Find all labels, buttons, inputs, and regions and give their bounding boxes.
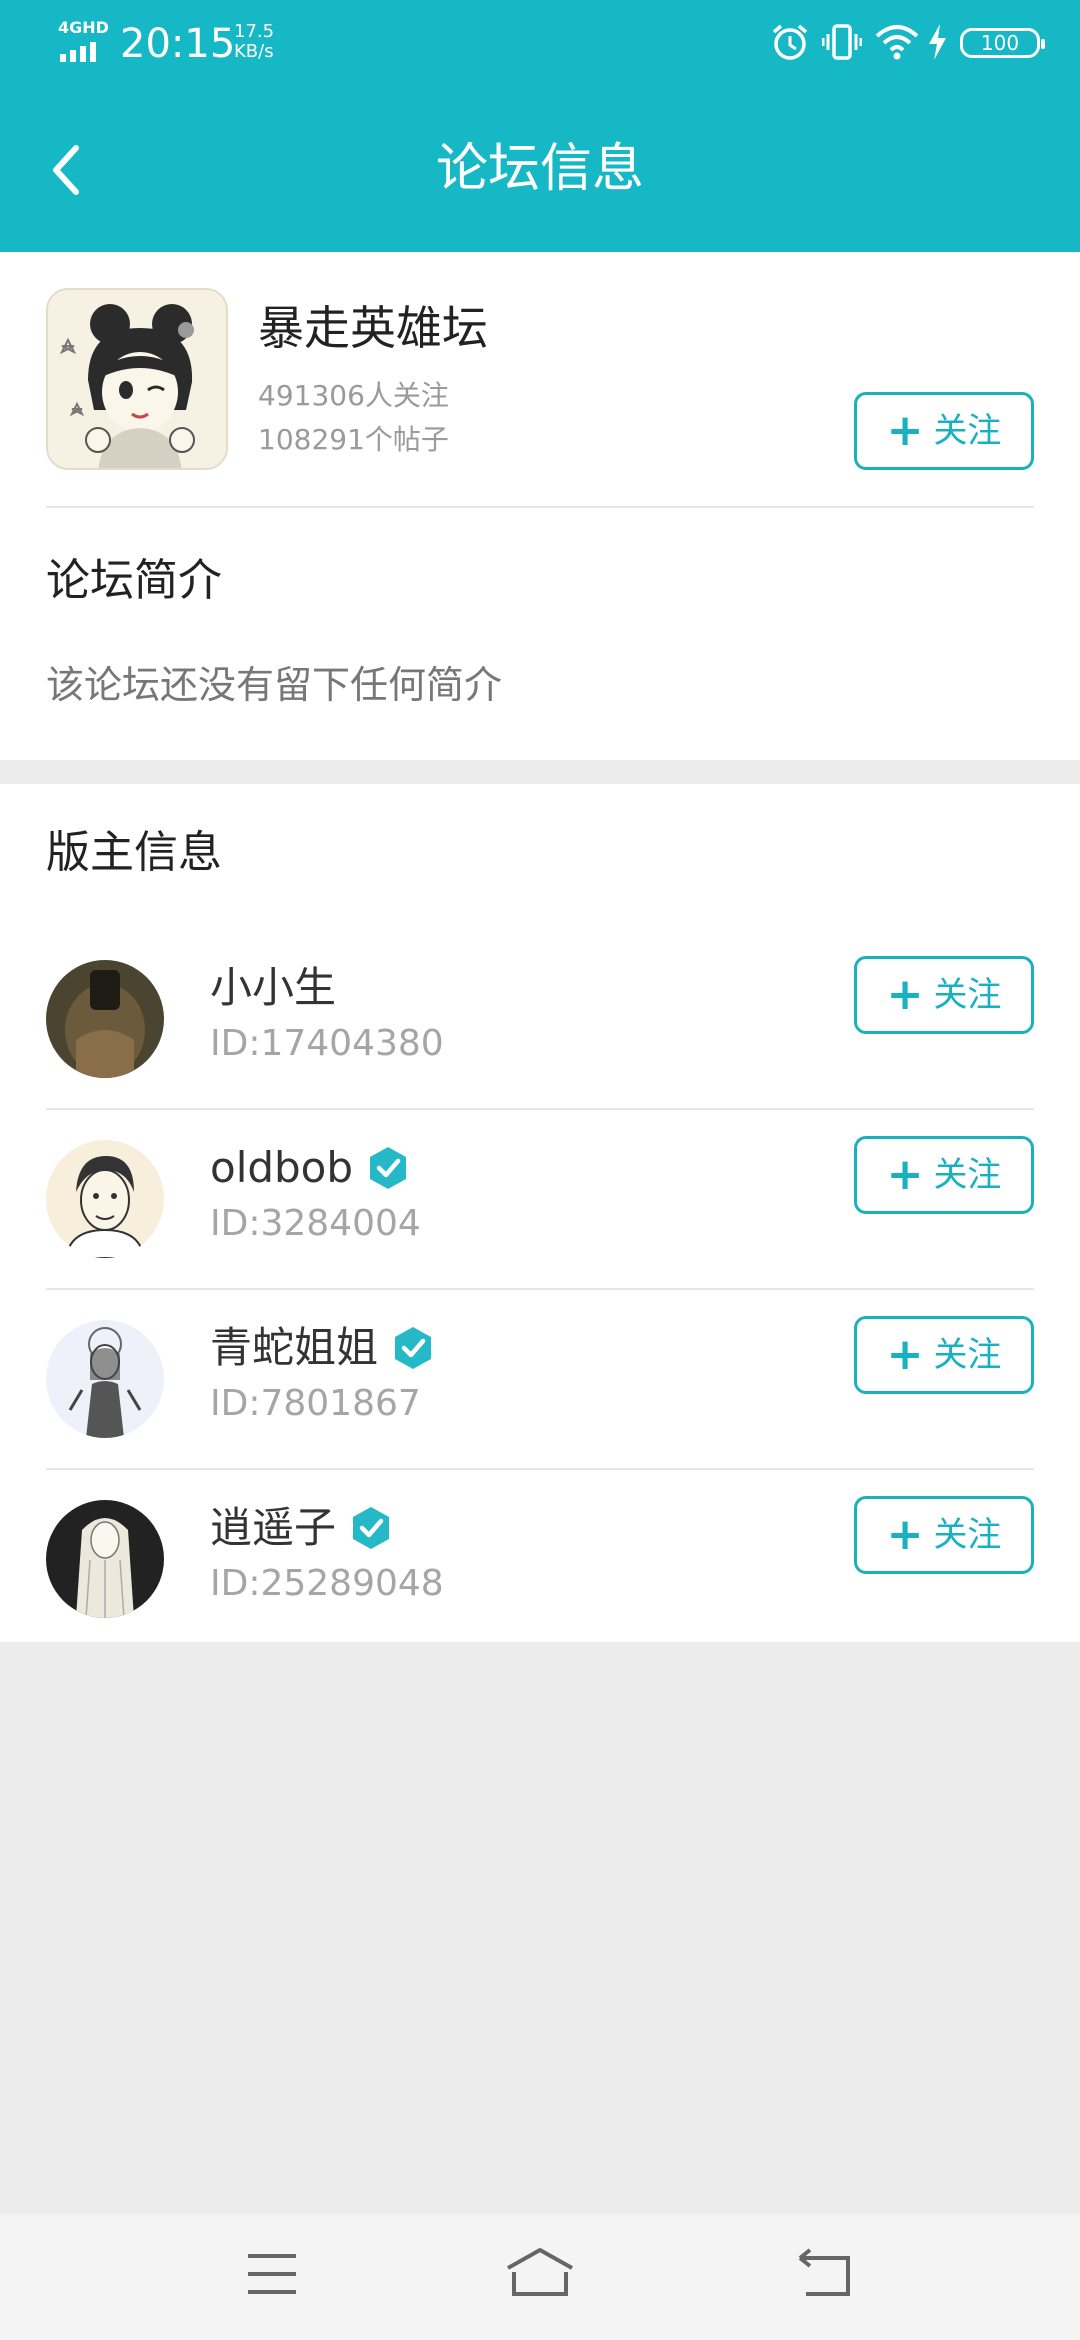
plus-icon: + [886,405,924,456]
moderator-row[interactable]: oldbob ID:3284004 + 关注 [0,1110,1080,1290]
plus-icon: + [886,1149,924,1200]
follow-label: 关注 [933,1515,1002,1555]
moderator-name: 逍遥子 [210,1500,392,1556]
moderator-name: 小小生 [210,960,336,1016]
intro-title: 论坛简介 [46,555,222,606]
status-right: 100 [770,22,1045,66]
home-icon[interactable] [504,2244,576,2304]
follow-moderator-button[interactable]: + 关注 [854,1316,1034,1394]
plus-icon: + [886,1329,924,1380]
forum-card: 暴走英雄坛 491306人关注 108291个帖子 + 关注 论坛简介 该论坛还… [0,252,1080,760]
plus-icon: + [886,969,924,1020]
moderator-id: ID:17404380 [210,1023,444,1064]
menu-icon[interactable] [246,2244,298,2304]
follow-moderator-button[interactable]: + 关注 [854,1496,1034,1574]
battery-icon: 100 [960,28,1045,58]
signal-icon [60,42,96,62]
avatar[interactable] [46,1500,164,1618]
moderator-name-text: 小小生 [210,963,337,1012]
moderator-id: ID:7801867 [210,1383,421,1424]
moderator-row[interactable]: 小小生 ID:17404380 + 关注 [0,930,1080,1110]
status-time: 20:15 [120,21,236,67]
moderator-row[interactable]: 逍遥子 ID:25289048 + 关注 [0,1470,1080,1650]
alarm-icon [772,24,808,60]
follow-forum-button[interactable]: + 关注 [854,392,1034,470]
status-bar: 4GHD 20:15 17.5 KB/s 100 [0,0,1080,86]
moderator-name-text: 逍遥子 [210,1503,337,1552]
follow-label: 关注 [933,1155,1002,1195]
moderators-title: 版主信息 [46,827,222,878]
vibrate-icon [822,24,862,60]
app-header: 论坛信息 [0,86,1080,252]
follow-moderator-button[interactable]: + 关注 [854,956,1034,1034]
speed-unit: KB/s [234,41,274,62]
plus-icon: + [886,1509,924,1560]
follow-label: 关注 [933,1335,1002,1375]
network-type: 4GHD [58,18,109,37]
follow-moderator-button[interactable]: + 关注 [854,1136,1034,1214]
moderator-id: ID:25289048 [210,1563,444,1604]
forum-name: 暴走英雄坛 [258,301,488,355]
moderator-name-text: oldbob [210,1143,354,1192]
intro-text: 该论坛还没有留下任何简介 [46,663,503,707]
divider [46,506,1034,508]
moderator-name: 青蛇姐姐 [210,1320,434,1376]
back-nav-icon[interactable] [796,2244,854,2304]
wifi-icon [875,25,919,60]
charging-icon [929,24,946,60]
moderators-section: 版主信息 小小生 ID:17404380 + 关注 oldbob ID:3284… [0,784,1080,1642]
moderator-name: oldbob [210,1140,409,1196]
verified-badge-icon [353,1507,390,1549]
verified-badge-icon [395,1327,432,1369]
page-title: 论坛信息 [435,139,644,199]
follow-label: 关注 [933,975,1002,1015]
avatar[interactable] [46,1320,164,1438]
moderator-row[interactable]: 青蛇姐姐 ID:7801867 + 关注 [0,1290,1080,1470]
avatar[interactable] [46,960,164,1078]
moderator-name-text: 青蛇姐姐 [210,1323,379,1372]
moderator-id: ID:3284004 [210,1203,421,1244]
forum-posts: 108291个帖子 [258,423,449,456]
system-nav-bar [0,2214,1080,2340]
forum-followers: 491306人关注 [258,379,449,412]
forum-avatar [46,288,228,470]
speed-value: 17.5 [234,21,275,42]
verified-badge-icon [370,1147,407,1189]
network-speed: 17.5 KB/s [234,22,274,62]
avatar[interactable] [46,1140,164,1258]
follow-label: 关注 [933,411,1002,451]
